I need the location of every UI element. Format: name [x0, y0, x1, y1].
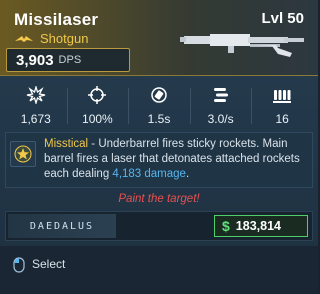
stat-fire-rate: 3.0/s [189, 82, 252, 128]
damage-burst-icon [26, 86, 45, 104]
stat-accuracy: 100% [66, 82, 129, 128]
stat-magazine: 16 [251, 82, 313, 128]
item-name: Missilaser [14, 10, 99, 29]
perk-damage: 4,183 damage [112, 168, 186, 180]
perk-panel: Misstical - Underbarrel fires sticky roc… [5, 132, 313, 188]
star-badge-icon [14, 145, 32, 163]
item-level: Lvl 50 [261, 10, 304, 27]
stat-reload: 1.5s [128, 82, 190, 128]
perk-icon-frame [10, 141, 36, 167]
dps-value: 3,903 [16, 51, 54, 69]
magazine-icon [273, 90, 292, 103]
manufacturer-logo: DAEDALUS [8, 214, 116, 238]
fire-rate-icon [213, 88, 228, 102]
item-header: Missilaser Lvl 50 Shotgun 3,903 DPS [0, 0, 318, 76]
stat-value: 3.0/s [207, 112, 234, 126]
stat-value: 1.5s [147, 112, 171, 126]
flavor-text: Paint the target! [118, 193, 200, 205]
price-value: 183,814 [235, 219, 281, 233]
mouse-icon[interactable] [13, 257, 25, 273]
shotgun-image [180, 34, 304, 57]
perk-name: Misstical [44, 138, 89, 150]
item-type-row: Shotgun [14, 31, 88, 46]
stat-damage: 1,673 [5, 82, 67, 128]
select-action-label[interactable]: Select [32, 257, 65, 271]
stats-row: 1,673 100% 1.5s 3.0/s 16 [5, 82, 313, 128]
perk-text-after: . [185, 168, 190, 180]
footer-bar: Select [0, 246, 318, 294]
currency-icon: $ [222, 218, 230, 234]
dps-label: DPS [58, 54, 82, 66]
reload-icon [151, 87, 167, 103]
wing-icon [15, 35, 33, 42]
accuracy-crosshair-icon [88, 86, 107, 104]
stat-value: 16 [275, 112, 289, 126]
item-type: Shotgun [40, 31, 89, 46]
stat-value: 1,673 [20, 112, 51, 126]
stat-value: 100% [82, 112, 113, 126]
dps-box: 3,903 DPS [6, 48, 130, 72]
item-card: Missilaser Lvl 50 Shotgun 3,903 DPS 1,67… [0, 0, 318, 294]
price-row: DAEDALUS $ 183,814 [5, 211, 313, 241]
price-box: $ 183,814 [214, 215, 308, 237]
perk-description: Misstical - Underbarrel fires sticky roc… [44, 137, 310, 182]
